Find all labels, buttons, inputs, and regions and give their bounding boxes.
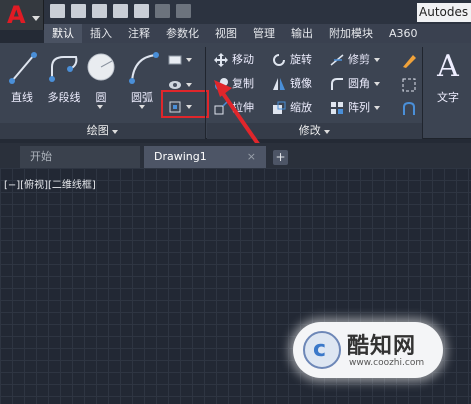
viewport-controls[interactable]: [−][俯视][二维线框] xyxy=(4,176,96,191)
watermark-logo-icon: c xyxy=(303,331,341,369)
close-icon[interactable]: × xyxy=(247,146,256,168)
watermark-url: www.coozhi.com xyxy=(349,358,425,368)
document-tab-bar: 开始 Drawing1 × + xyxy=(0,143,471,168)
new-tab-button[interactable]: + xyxy=(273,150,288,165)
tab-start[interactable]: 开始 xyxy=(20,146,140,168)
tab-drawing1-label: Drawing1 xyxy=(154,150,207,163)
watermark: c 酷知网 www.coozhi.com xyxy=(293,322,443,378)
watermark-brand: 酷知网 xyxy=(347,334,417,359)
tab-drawing1[interactable]: Drawing1 × xyxy=(144,146,266,168)
